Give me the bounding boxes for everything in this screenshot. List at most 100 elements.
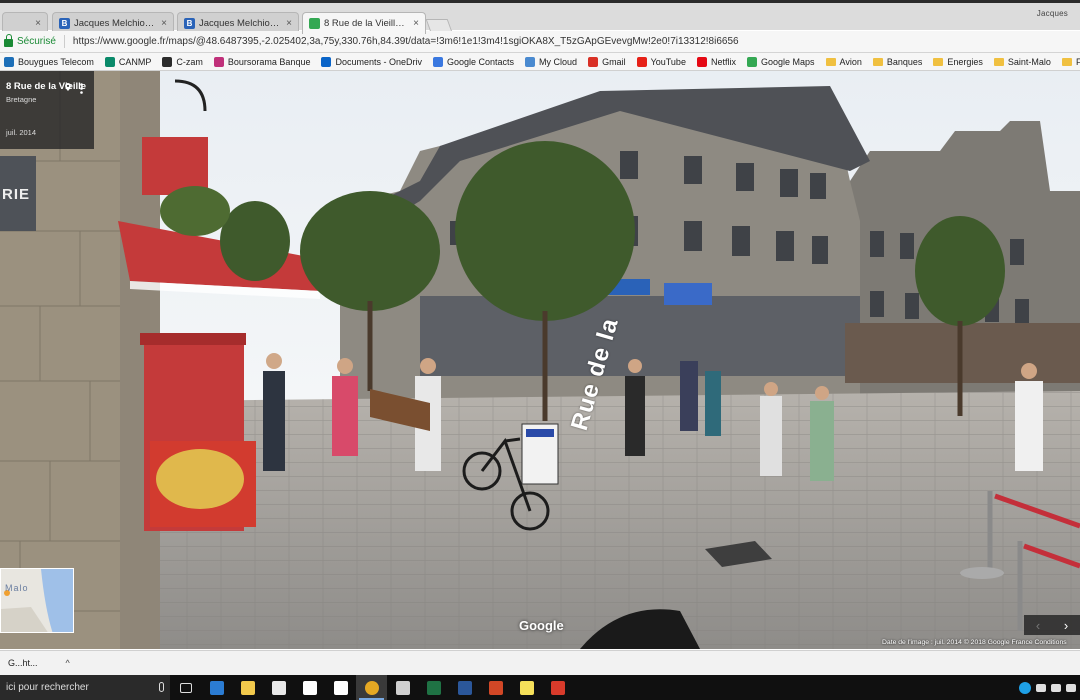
bookmark-3[interactable]: Boursorama Banque: [213, 56, 311, 67]
bookmark-11[interactable]: Avion: [825, 56, 862, 67]
bookmark-7[interactable]: Gmail: [588, 56, 626, 67]
bookmark-label: Saint-Malo: [1007, 56, 1051, 67]
street-view-panorama[interactable]: Rue de la RIE 8 Rue de la Vieille Bouche…: [0, 71, 1080, 649]
shop-sign-text: RIE: [2, 186, 31, 203]
minimap[interactable]: Malo: [0, 568, 74, 633]
microphone-icon[interactable]: [159, 682, 164, 692]
tab-close-icon[interactable]: ×: [286, 18, 292, 29]
canmp-icon: [104, 56, 115, 67]
taskbar-apps: [170, 675, 573, 700]
bookmark-13[interactable]: Energies: [933, 57, 983, 67]
cloud-tray-icon[interactable]: [1051, 683, 1061, 692]
netflix-icon: [696, 56, 707, 67]
tab-close-icon[interactable]: ×: [413, 18, 419, 29]
windows-taskbar: ici pour rechercher: [0, 675, 1080, 700]
chrome-taskbar-button[interactable]: [356, 675, 387, 700]
file-explorer-icon: [240, 680, 255, 695]
cloud-icon: [525, 56, 536, 67]
b-logo-icon: B: [59, 17, 70, 29]
more-options-icon[interactable]: [80, 83, 83, 94]
bookmark-2[interactable]: C-zam: [162, 56, 203, 67]
excel-icon: [426, 680, 441, 695]
lock-icon: [4, 34, 13, 47]
bookmark-0[interactable]: Bouygues Telecom: [4, 56, 94, 67]
sticky-notes-taskbar-button[interactable]: [511, 675, 542, 700]
bookmark-6[interactable]: My Cloud: [525, 56, 578, 67]
calculator-icon: [395, 680, 410, 695]
skype-icon[interactable]: [1019, 681, 1031, 694]
download-label: G...ht...: [8, 658, 38, 668]
powerpoint-taskbar-button[interactable]: [480, 675, 511, 700]
tab-close-icon[interactable]: ×: [35, 18, 41, 29]
google-maps-icon: [309, 18, 320, 29]
czam-icon: [162, 56, 173, 67]
b-logo-icon: B: [184, 17, 195, 29]
bookmark-1[interactable]: CANMP: [104, 56, 152, 67]
bookmark-label: Bouygues Telecom: [18, 56, 94, 67]
mail-taskbar-button[interactable]: [325, 675, 356, 700]
edge-taskbar-button[interactable]: [201, 675, 232, 700]
calculator-taskbar-button[interactable]: [387, 675, 418, 700]
image-date-footer: Date de l'image : juil. 2014 © 2018 Goog…: [882, 639, 1067, 646]
bookmark-label: My Cloud: [539, 56, 578, 67]
word-taskbar-button[interactable]: [449, 675, 480, 700]
chevron-up-icon[interactable]: ^: [66, 658, 70, 668]
task-view-taskbar-button[interactable]: [170, 675, 201, 700]
profile-button[interactable]: Jacques: [1037, 9, 1068, 18]
tab-title: Jacques Melchior - Alerte: [199, 17, 281, 29]
location-pin-icon[interactable]: [64, 83, 72, 91]
bookmark-10[interactable]: Google Maps: [746, 56, 815, 67]
tab-strip: × B Jacques Melchior - Messa × B Jacques…: [0, 0, 1080, 34]
system-tray: [1019, 681, 1080, 694]
dropbox-icon: [302, 680, 317, 695]
url-text[interactable]: https://www.google.fr/maps/@48.6487395,-…: [73, 36, 739, 47]
bookmark-label: Avion: [839, 56, 862, 67]
tab-melchior-message[interactable]: B Jacques Melchior - Messa ×: [52, 12, 174, 33]
bookmark-label: Boursorama Banque: [227, 56, 311, 67]
contacts-icon: [433, 56, 443, 67]
bookmark-label: Google Maps: [760, 56, 815, 67]
next-photo-button[interactable]: ›: [1052, 615, 1080, 635]
bookmark-label: Banques: [886, 56, 923, 67]
bookmark-15[interactable]: Fiscalité: [1061, 57, 1080, 67]
bookmark-14[interactable]: Saint-Malo: [993, 56, 1051, 67]
place-region: Bretagne: [6, 95, 37, 104]
place-card[interactable]: 8 Rue de la Vieille Boucherie Bretagne j…: [0, 71, 94, 149]
tab-title: 8 Rue de la Vieille Boucher: [324, 18, 408, 29]
store-icon: [271, 680, 286, 695]
folder-icon: [933, 57, 944, 66]
download-item[interactable]: G...ht... ^: [8, 658, 70, 668]
bookmark-label: C-zam: [176, 56, 203, 67]
bookmarks-bar: Bouygues Telecom CANMP C-zam Boursorama Ban…: [0, 53, 1080, 71]
youtube-icon: [636, 56, 647, 67]
network-icon[interactable]: [1036, 683, 1046, 692]
powerpoint-icon: [488, 680, 503, 695]
bookmark-label: Fiscalité: [1076, 57, 1080, 67]
excel-taskbar-button[interactable]: [418, 675, 449, 700]
bookmark-8[interactable]: YouTube: [636, 56, 686, 67]
bookmark-label: Energies: [947, 56, 983, 67]
volume-icon[interactable]: [1066, 683, 1076, 692]
photo-nav: ‹ ›: [1024, 615, 1080, 635]
address-bar[interactable]: Sécurisé https://www.google.fr/maps/@48.…: [0, 31, 1080, 53]
prev-photo-button[interactable]: ‹: [1024, 615, 1052, 635]
tab-street-view[interactable]: 8 Rue de la Vieille Boucher ×: [302, 12, 426, 34]
taskbar-search[interactable]: ici pour rechercher: [0, 675, 170, 700]
ccleaner-taskbar-button[interactable]: [542, 675, 573, 700]
bookmark-label: CANMP: [118, 56, 152, 67]
tab-melchior-alerte[interactable]: B Jacques Melchior - Alerte ×: [177, 12, 299, 33]
bookmark-5[interactable]: Google Contacts: [433, 56, 514, 67]
dropbox-taskbar-button[interactable]: [294, 675, 325, 700]
bookmark-9[interactable]: Netflix: [696, 56, 736, 67]
tab-close-icon[interactable]: ×: [161, 18, 167, 29]
download-bar: G...ht... ^: [0, 650, 1080, 675]
file-explorer-taskbar-button[interactable]: [232, 675, 263, 700]
tab-blank[interactable]: ×: [2, 12, 48, 33]
bookmark-4[interactable]: Documents - OneDriv: [321, 56, 422, 67]
bookmark-12[interactable]: Banques: [872, 56, 923, 67]
tab-title: Jacques Melchior - Messa: [74, 17, 156, 29]
bookmark-label: Netflix: [710, 56, 736, 67]
onedrive-icon: [321, 56, 332, 67]
street-scene-image[interactable]: [0, 71, 1080, 649]
store-taskbar-button[interactable]: [263, 675, 294, 700]
